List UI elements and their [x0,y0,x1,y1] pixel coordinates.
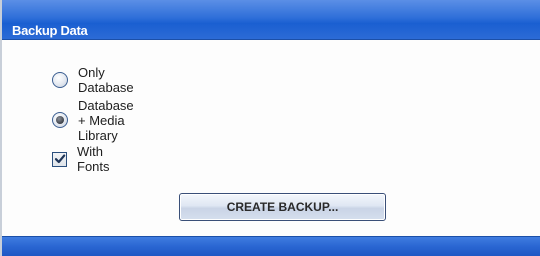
only-database-radio[interactable] [52,72,68,88]
with-fonts-label: With Fonts [77,144,110,174]
only-database-label: Only Database [78,65,134,95]
panel-title: Backup Data [12,23,88,38]
panel-footer-bar [2,236,540,256]
option-database-media-library[interactable]: Database + Media Library [52,98,134,143]
with-fonts-checkbox[interactable] [52,151,67,167]
backup-data-panel: Backup Data Only Database Database + Med… [0,0,540,256]
create-backup-button[interactable]: CREATE BACKUP... [179,193,386,221]
option-only-database[interactable]: Only Database [52,65,134,95]
checkmark-icon [54,154,66,163]
option-with-fonts[interactable]: With Fonts [52,144,110,174]
database-media-library-radio[interactable] [52,112,68,128]
database-media-library-label: Database + Media Library [78,97,134,143]
panel-header: Backup Data [2,0,540,40]
